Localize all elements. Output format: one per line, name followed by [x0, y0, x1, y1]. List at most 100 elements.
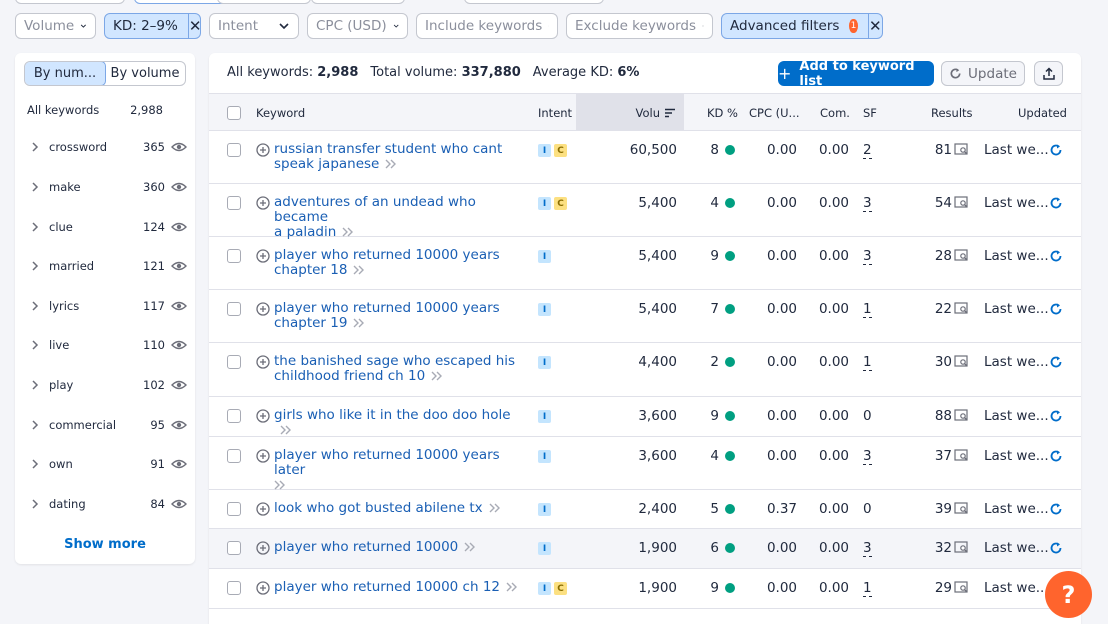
column-results[interactable]: Results	[931, 94, 973, 131]
volume-filter[interactable]: Volume	[15, 13, 96, 39]
top-tab-stub[interactable]	[15, 0, 125, 4]
add-circle-icon[interactable]	[256, 143, 270, 157]
keyword-link[interactable]: russian transfer student who cant speak j…	[274, 142, 524, 172]
select-all-checkbox[interactable]	[227, 105, 241, 120]
add-circle-icon[interactable]	[256, 196, 270, 210]
keyword-link[interactable]: player who returned 10000 years chapter 1…	[274, 301, 524, 331]
serp-preview-icon[interactable]	[954, 302, 969, 315]
chevron-right-icon[interactable]	[29, 260, 41, 272]
row-checkbox[interactable]	[227, 409, 241, 423]
serp-preview-icon[interactable]	[954, 449, 969, 462]
keyword-group-item[interactable]: clue 124	[27, 217, 187, 237]
keyword-group-item[interactable]: dating 84	[27, 494, 187, 514]
table-row[interactable]: the banished sage who escaped his childho…	[209, 343, 1081, 397]
serp-features-cell[interactable]: 0	[863, 408, 872, 424]
keyword-link[interactable]: the banished sage who escaped his childho…	[274, 354, 524, 384]
export-button[interactable]	[1034, 61, 1063, 86]
keyword-group-item[interactable]: married 121	[27, 256, 187, 276]
chevron-right-icon[interactable]	[29, 300, 41, 312]
add-circle-icon[interactable]	[256, 249, 270, 263]
chevron-right-icon[interactable]	[29, 181, 41, 193]
column-kd[interactable]: KD %	[707, 94, 738, 131]
serp-features-cell[interactable]: 3	[863, 195, 872, 212]
eye-icon[interactable]	[171, 141, 187, 153]
cpc-filter[interactable]: CPC (USD)	[307, 13, 408, 39]
refresh-icon[interactable]	[1049, 143, 1063, 157]
intent-filter[interactable]: Intent	[209, 13, 299, 39]
table-row[interactable]: player who returned 10000 ch 12 I C 1,900 9 0…	[209, 569, 1081, 609]
keyword-link[interactable]: player who returned 10000 ch 12	[274, 580, 524, 595]
column-serp-features[interactable]: SF	[863, 94, 877, 131]
refresh-icon[interactable]	[1049, 502, 1063, 516]
row-checkbox[interactable]	[227, 143, 241, 157]
show-more-link[interactable]: Show more	[15, 537, 195, 552]
serp-preview-icon[interactable]	[954, 355, 969, 368]
top-tab-stub[interactable]	[217, 0, 311, 4]
refresh-icon[interactable]	[1049, 541, 1063, 555]
keyword-link[interactable]: player who returned 10000 years later	[274, 448, 524, 493]
eye-icon[interactable]	[171, 458, 187, 470]
top-tab-stub[interactable]	[134, 0, 228, 4]
double-chevron-right-icon[interactable]	[464, 542, 476, 552]
refresh-icon[interactable]	[1049, 355, 1063, 369]
chevron-right-icon[interactable]	[29, 339, 41, 351]
eye-icon[interactable]	[171, 379, 187, 391]
row-checkbox[interactable]	[227, 249, 241, 263]
eye-icon[interactable]	[171, 260, 187, 272]
column-cpc[interactable]: CPC (U...	[749, 94, 800, 131]
keyword-group-item[interactable]: lyrics 117	[27, 296, 187, 316]
serp-preview-icon[interactable]	[954, 249, 969, 262]
column-updated[interactable]: Updated	[1018, 94, 1067, 131]
keyword-link[interactable]: girls who like it in the doo doo hole	[274, 408, 524, 438]
help-button[interactable]: ?	[1045, 571, 1092, 618]
double-chevron-right-icon[interactable]	[353, 318, 365, 328]
eye-icon[interactable]	[171, 181, 187, 193]
double-chevron-right-icon[interactable]	[489, 503, 501, 513]
add-circle-icon[interactable]	[256, 409, 270, 423]
clear-kd-filter-icon[interactable]: ✕	[187, 14, 201, 38]
double-chevron-right-icon[interactable]	[506, 582, 518, 592]
keyword-group-item[interactable]: crossword 365	[27, 137, 187, 157]
serp-features-cell[interactable]: 1	[863, 354, 872, 371]
eye-icon[interactable]	[171, 339, 187, 351]
column-competition[interactable]: Com.	[820, 94, 850, 131]
column-intent[interactable]: Intent	[538, 94, 572, 131]
serp-preview-icon[interactable]	[954, 409, 969, 422]
chevron-right-icon[interactable]	[29, 419, 41, 431]
serp-features-cell[interactable]: 3	[863, 448, 872, 465]
top-tab-stub[interactable]	[311, 0, 405, 4]
double-chevron-right-icon[interactable]	[385, 159, 397, 169]
double-chevron-right-icon[interactable]	[280, 425, 292, 435]
double-chevron-right-icon[interactable]	[274, 480, 286, 490]
table-row[interactable]: look who got busted abilene tx I 2,400 5 0.3…	[209, 490, 1081, 529]
add-to-keyword-list-button[interactable]: + Add to keyword list	[778, 59, 934, 89]
chevron-right-icon[interactable]	[29, 379, 41, 391]
serp-features-cell[interactable]: 0	[863, 501, 872, 517]
exclude-keywords-filter[interactable]: Exclude keywords	[566, 13, 713, 39]
eye-icon[interactable]	[171, 221, 187, 233]
table-row[interactable]: girls who like it in the doo doo hole I 3,…	[209, 397, 1081, 437]
eye-icon[interactable]	[171, 300, 187, 312]
table-row[interactable]: adventures of an undead who became a pala…	[209, 184, 1081, 240]
eye-icon[interactable]	[171, 419, 187, 431]
keyword-group-item[interactable]: make 360	[27, 177, 187, 197]
sort-by-number-tab[interactable]: By num...	[25, 62, 106, 85]
row-checkbox[interactable]	[227, 302, 241, 316]
double-chevron-right-icon[interactable]	[353, 265, 365, 275]
chevron-right-icon[interactable]	[29, 141, 41, 153]
serp-features-cell[interactable]: 3	[863, 540, 872, 557]
refresh-icon[interactable]	[1049, 409, 1063, 423]
row-checkbox[interactable]	[227, 449, 241, 463]
table-row[interactable]: player who returned 10000 years later I 3,…	[209, 437, 1081, 490]
serp-preview-icon[interactable]	[954, 581, 969, 594]
serp-preview-icon[interactable]	[954, 502, 969, 515]
refresh-icon[interactable]	[1049, 196, 1063, 210]
serp-features-cell[interactable]: 1	[863, 301, 872, 318]
all-keywords-group[interactable]: All keywords 2,988	[27, 103, 163, 117]
serp-preview-icon[interactable]	[954, 196, 969, 209]
row-checkbox[interactable]	[227, 355, 241, 369]
chevron-right-icon[interactable]	[29, 498, 41, 510]
serp-features-cell[interactable]: 3	[863, 248, 872, 265]
clear-advanced-filter-icon[interactable]: ✕	[867, 14, 882, 38]
update-button[interactable]: Update	[941, 61, 1025, 86]
